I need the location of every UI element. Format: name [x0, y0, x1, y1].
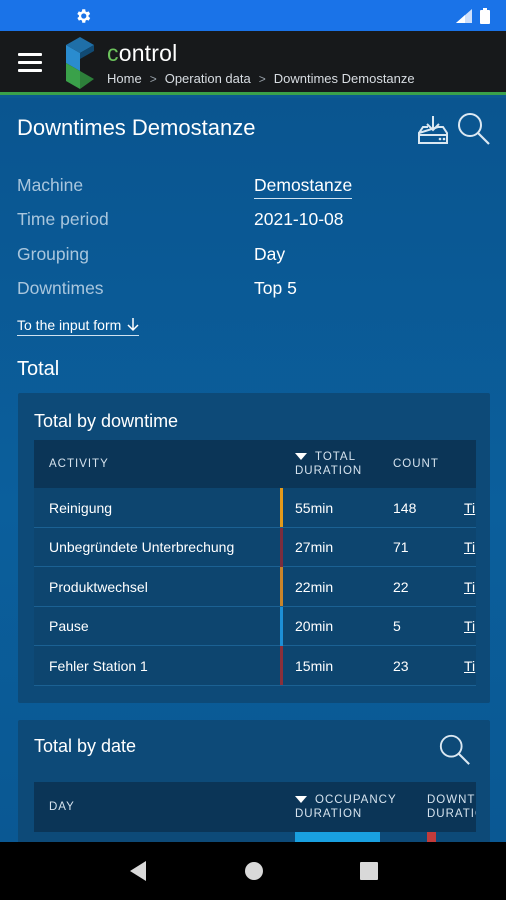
timeline-link[interactable]: Ti [464, 607, 475, 646]
count-cell: 23 [393, 657, 409, 674]
activity-cell: Unbegründete Unterbrechung [49, 539, 235, 555]
download-icon[interactable] [416, 113, 450, 147]
machine-value[interactable]: Demostanze [254, 175, 353, 199]
table-header: DAY OCCUPANCY DURATION DOWNTI DURATIO [34, 782, 476, 832]
total-by-date-card: Total by date DAY OCCUPANCY DURATION DOW… [18, 720, 490, 842]
brand-name: control [107, 40, 178, 66]
duration-cell: 55min [280, 488, 333, 527]
downtimes-label: Downtimes [17, 278, 104, 298]
activity-cell: Reinigung [49, 499, 113, 516]
arrow-down-icon [127, 318, 139, 332]
timeline-link[interactable]: Ti [464, 488, 475, 527]
search-icon[interactable] [438, 733, 472, 767]
status-bar [0, 0, 506, 31]
timeline-link[interactable]: Ti [464, 567, 475, 606]
table-row[interactable]: Fehler Station 1 15min 23 Ti [34, 646, 476, 686]
battery-icon [480, 7, 490, 24]
duration-cell: 20min [280, 606, 333, 646]
main-content: Downtimes Demostanze Machine Demostanze … [0, 98, 506, 842]
system-nav-bar [0, 842, 506, 900]
date-table: DAY OCCUPANCY DURATION DOWNTI DURATIO [34, 782, 476, 842]
status-icons [456, 7, 490, 24]
chevron-right-icon: > [258, 71, 266, 86]
grouping-label: Grouping [17, 244, 89, 264]
duration-cell: 22min [280, 567, 333, 606]
menu-icon[interactable] [18, 53, 42, 73]
breadcrumb: Home > Operation data > Downtimes Demost… [107, 71, 415, 86]
home-icon[interactable] [244, 861, 264, 881]
downtime-bar [427, 832, 436, 842]
column-day[interactable]: DAY [49, 782, 75, 832]
section-title: Total [17, 358, 60, 380]
occupancy-bars [34, 832, 476, 842]
back-icon[interactable] [128, 860, 148, 882]
count-cell: 22 [393, 578, 409, 595]
count-cell: 148 [393, 499, 417, 516]
input-form-link[interactable]: To the input form [17, 317, 140, 336]
column-downtime-duration[interactable]: DOWNTI DURATIO [427, 782, 476, 832]
count-cell: 5 [393, 618, 401, 634]
column-count[interactable]: COUNT [393, 440, 439, 488]
card-title: Total by date [34, 736, 137, 756]
grouping-value: Day [254, 244, 286, 264]
time-period-value: 2021-10-08 [254, 209, 344, 229]
sort-desc-icon [295, 796, 307, 804]
table-body: Reinigung 55min 148 Ti Unbegründete Unterbre… [34, 488, 476, 686]
table-row[interactable]: Produktwechsel 22min 22 Ti [34, 567, 476, 607]
total-by-downtime-card: Total by downtime ACTIVITY TOTAL DURATIO… [18, 393, 490, 703]
activity-cell: Produktwechsel [49, 578, 148, 595]
table-row[interactable]: Reinigung 55min 148 Ti [34, 488, 476, 528]
gear-icon [77, 8, 91, 23]
sort-desc-icon [295, 453, 307, 461]
activity-cell: Fehler Station 1 [49, 657, 148, 674]
table-row[interactable]: Pause 20min 5 Ti [34, 606, 476, 646]
duration-cell: 27min [280, 527, 333, 567]
app-bar: control Home > Operation data > Downtime… [0, 31, 506, 95]
time-period-label: Time period [17, 209, 109, 229]
card-title: Total by downtime [34, 411, 179, 431]
search-icon[interactable] [456, 111, 492, 147]
column-occupancy-duration[interactable]: OCCUPANCY DURATION [295, 782, 397, 832]
breadcrumb-home[interactable]: Home [107, 71, 142, 86]
table-row[interactable]: Unbegründete Unterbrechung 27min 71 Ti [34, 527, 476, 567]
activity-cell: Pause [49, 618, 89, 634]
chevron-right-icon: > [149, 71, 157, 86]
occupancy-bar [295, 832, 380, 842]
app-logo [66, 37, 94, 89]
column-total-duration[interactable]: TOTAL DURATION [295, 440, 362, 488]
downtime-table: ACTIVITY TOTAL DURATION COUNT Reinigung 5… [34, 440, 476, 686]
signal-icon [456, 8, 472, 23]
breadcrumb-operation-data[interactable]: Operation data [165, 71, 251, 86]
table-header: ACTIVITY TOTAL DURATION COUNT [34, 440, 476, 488]
timeline-link[interactable]: Ti [464, 646, 475, 685]
count-cell: 71 [393, 539, 409, 555]
page-title: Downtimes Demostanze [17, 115, 256, 140]
column-activity[interactable]: ACTIVITY [49, 440, 109, 488]
recents-icon[interactable] [360, 862, 378, 880]
duration-cell: 15min [280, 646, 333, 685]
breadcrumb-current: Downtimes Demostanze [273, 71, 415, 86]
downtimes-value: Top 5 [254, 278, 297, 298]
timeline-link[interactable]: Ti [464, 528, 475, 567]
machine-label: Machine [17, 175, 84, 195]
